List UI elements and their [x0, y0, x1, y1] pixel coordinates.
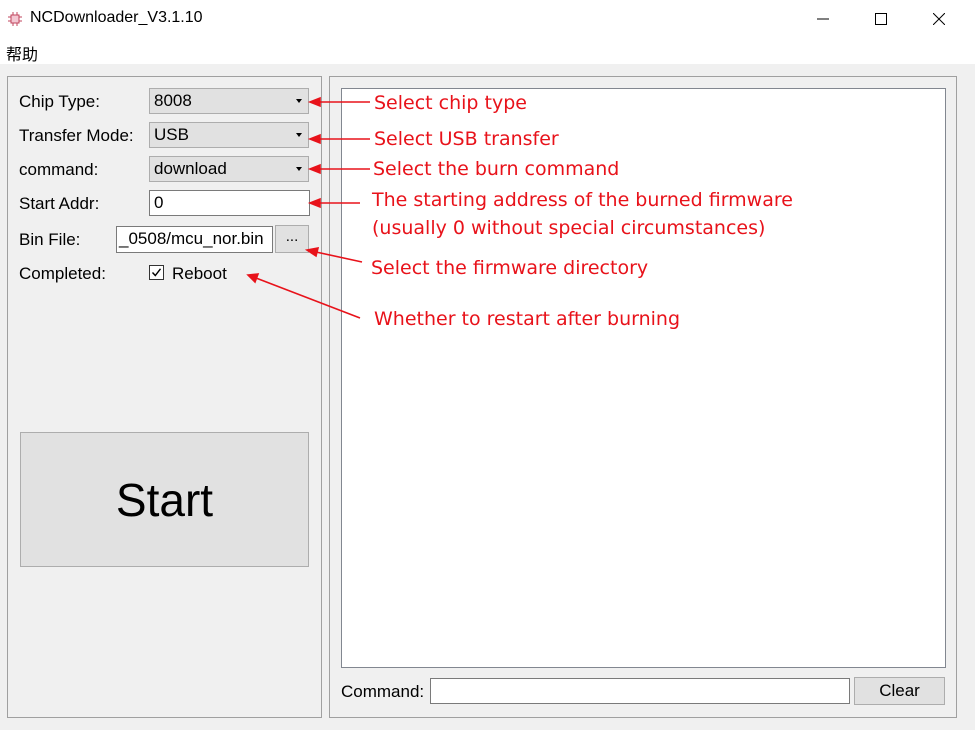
annotation-firmware: Select the firmware directory [371, 257, 649, 279]
annotation-command: Select the burn command [373, 158, 620, 180]
annotation-chip: Select chip type [374, 92, 527, 114]
annotation-transfer: Select USB transfer [374, 128, 559, 150]
annotation-restart: Whether to restart after burning [374, 308, 681, 330]
annotation-addr-line2: (usually 0 without special circumstances… [372, 217, 766, 239]
annotation-addr-line1: The starting address of the burned firmw… [372, 189, 793, 211]
